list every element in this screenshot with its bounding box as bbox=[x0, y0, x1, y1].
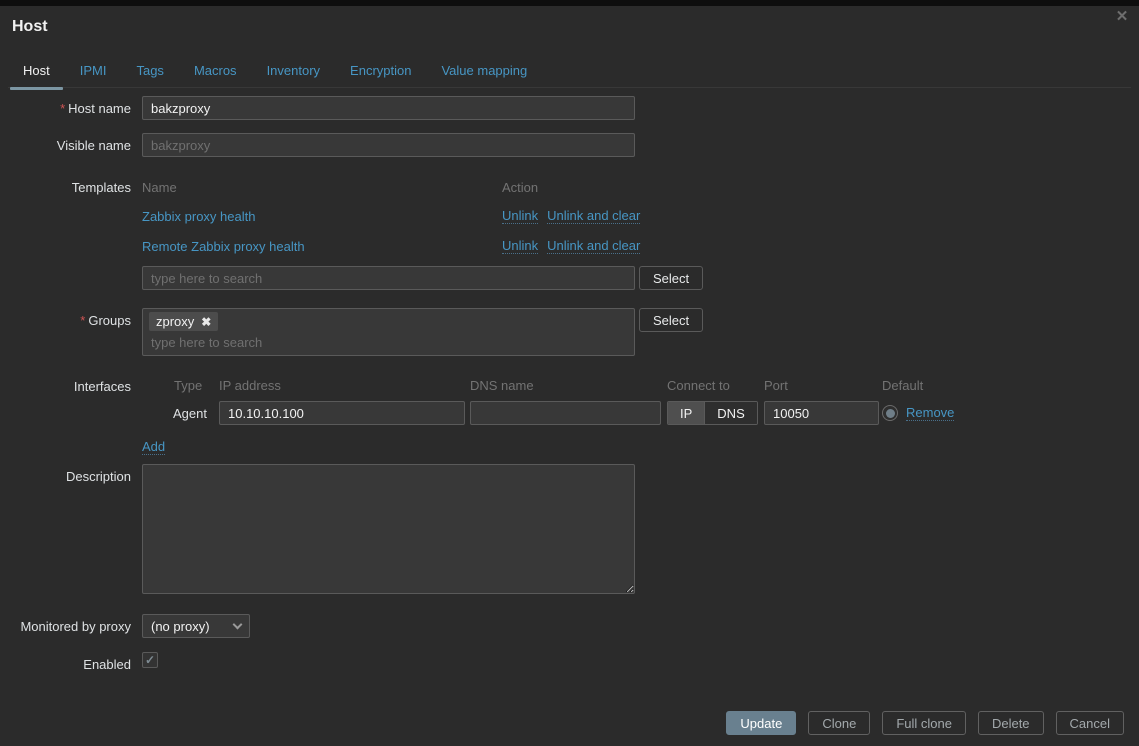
interface-remove-link[interactable]: Remove bbox=[906, 405, 954, 421]
monitored-by-proxy-label: Monitored by proxy bbox=[0, 614, 142, 638]
visible-name-input[interactable] bbox=[142, 133, 635, 157]
templates-name-column-header: Name bbox=[142, 180, 502, 195]
groups-label: Groups bbox=[88, 313, 131, 328]
visible-name-row: Visible name bbox=[0, 133, 1139, 157]
unlink-link[interactable]: Unlink bbox=[502, 238, 538, 254]
tab-tags[interactable]: Tags bbox=[121, 55, 178, 88]
tab-inventory[interactable]: Inventory bbox=[252, 55, 335, 88]
host-name-label: Host name bbox=[68, 101, 131, 116]
required-asterisk: * bbox=[60, 101, 65, 116]
template-select-button[interactable]: Select bbox=[639, 266, 703, 290]
template-link[interactable]: Remote Zabbix proxy health bbox=[142, 239, 305, 254]
interface-dns-header: DNS name bbox=[470, 378, 667, 393]
interface-port-header: Port bbox=[764, 378, 882, 393]
update-button[interactable]: Update bbox=[726, 711, 796, 735]
host-name-input[interactable] bbox=[142, 96, 635, 120]
interface-default-header: Default bbox=[882, 378, 923, 393]
delete-button[interactable]: Delete bbox=[978, 711, 1044, 735]
groups-multiselect[interactable]: zproxy ✖ type here to search bbox=[142, 308, 635, 356]
templates-table-header: Name Action bbox=[142, 175, 1139, 201]
interface-ip-header: IP address bbox=[219, 378, 470, 393]
interface-row: Agent IP DNS Remove bbox=[142, 401, 1139, 425]
template-link[interactable]: Zabbix proxy health bbox=[142, 209, 255, 224]
close-icon[interactable]: ✕ bbox=[1113, 8, 1131, 26]
radio-dot-icon bbox=[886, 409, 895, 418]
group-chip-label: zproxy bbox=[156, 314, 194, 329]
tab-ipmi[interactable]: IPMI bbox=[65, 55, 122, 88]
tab-macros[interactable]: Macros bbox=[179, 55, 252, 88]
dialog-title: Host bbox=[12, 18, 48, 36]
interface-ip-input[interactable] bbox=[219, 401, 465, 425]
description-row: Description bbox=[0, 464, 1139, 597]
monitored-by-proxy-select[interactable]: (no proxy) bbox=[142, 614, 250, 638]
footer-buttons: Update Clone Full clone Delete Cancel bbox=[726, 711, 1124, 735]
group-chip: zproxy ✖ bbox=[149, 312, 218, 331]
description-label: Description bbox=[0, 464, 142, 597]
enabled-label: Enabled bbox=[0, 652, 142, 672]
interfaces-row: Interfaces Type IP address DNS name Conn… bbox=[0, 374, 1139, 454]
template-row: Zabbix proxy health Unlink Unlink and cl… bbox=[142, 201, 1139, 231]
unlink-and-clear-link[interactable]: Unlink and clear bbox=[547, 208, 640, 224]
templates-row: Templates Name Action Zabbix proxy healt… bbox=[0, 175, 1139, 290]
connect-to-toggle: IP DNS bbox=[667, 401, 758, 425]
tab-value-mapping[interactable]: Value mapping bbox=[426, 55, 542, 88]
interface-type-label: Agent bbox=[142, 406, 219, 421]
required-asterisk: * bbox=[80, 313, 85, 328]
host-name-row: *Host name bbox=[0, 96, 1139, 120]
template-search-input[interactable] bbox=[142, 266, 635, 290]
interface-dns-input[interactable] bbox=[470, 401, 661, 425]
groups-select-button[interactable]: Select bbox=[639, 308, 703, 332]
enabled-checkbox[interactable]: ✓ bbox=[142, 652, 158, 668]
host-form: *Host name Visible name Templates Name A… bbox=[0, 96, 1139, 672]
tab-bar: Host IPMI Tags Macros Inventory Encrypti… bbox=[8, 55, 1131, 88]
interfaces-table-header: Type IP address DNS name Connect to Port… bbox=[142, 374, 1139, 401]
monitored-by-proxy-row: Monitored by proxy (no proxy) bbox=[0, 614, 1139, 638]
clone-button[interactable]: Clone bbox=[808, 711, 870, 735]
top-strip bbox=[0, 0, 1139, 6]
interface-type-header: Type bbox=[142, 378, 219, 393]
cancel-button[interactable]: Cancel bbox=[1056, 711, 1124, 735]
unlink-and-clear-link[interactable]: Unlink and clear bbox=[547, 238, 640, 254]
interfaces-label: Interfaces bbox=[0, 374, 142, 454]
interface-add-link[interactable]: Add bbox=[142, 439, 165, 455]
groups-search-placeholder[interactable]: type here to search bbox=[149, 331, 628, 352]
default-radio[interactable] bbox=[882, 405, 898, 421]
connect-dns-option[interactable]: DNS bbox=[704, 402, 756, 424]
groups-row: *Groups zproxy ✖ type here to search Sel… bbox=[0, 308, 1139, 356]
interface-port-input[interactable] bbox=[764, 401, 879, 425]
check-icon: ✓ bbox=[145, 653, 155, 667]
enabled-row: Enabled ✓ bbox=[0, 652, 1139, 672]
visible-name-label: Visible name bbox=[0, 133, 142, 157]
connect-ip-option[interactable]: IP bbox=[668, 402, 704, 424]
chip-remove-icon[interactable]: ✖ bbox=[201, 315, 211, 329]
tab-encryption[interactable]: Encryption bbox=[335, 55, 426, 88]
templates-label: Templates bbox=[0, 175, 142, 290]
unlink-link[interactable]: Unlink bbox=[502, 208, 538, 224]
tab-host[interactable]: Host bbox=[8, 55, 65, 88]
templates-action-column-header: Action bbox=[502, 180, 538, 195]
description-textarea[interactable] bbox=[142, 464, 635, 594]
chevron-down-icon bbox=[233, 620, 243, 630]
full-clone-button[interactable]: Full clone bbox=[882, 711, 966, 735]
template-row: Remote Zabbix proxy health Unlink Unlink… bbox=[142, 231, 1139, 261]
monitored-by-proxy-value: (no proxy) bbox=[151, 619, 210, 634]
interface-connect-header: Connect to bbox=[667, 378, 764, 393]
